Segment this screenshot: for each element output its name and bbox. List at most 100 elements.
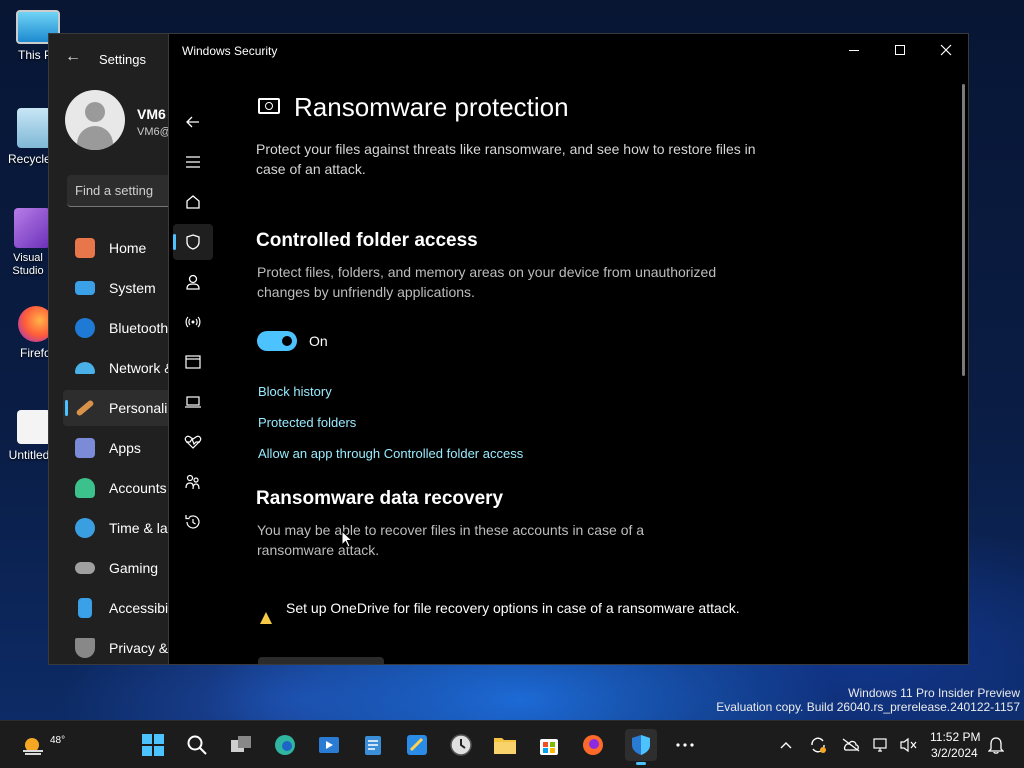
sidebar-item-gaming[interactable]: Gaming bbox=[63, 550, 171, 586]
laptop-icon bbox=[185, 396, 201, 408]
ransomware-data-recovery-heading: Ransomware data recovery bbox=[256, 488, 504, 509]
search-input[interactable]: Find a setting bbox=[67, 175, 171, 207]
toggle-knob bbox=[282, 336, 292, 346]
nav-device-security[interactable] bbox=[173, 384, 213, 420]
volume-tray-icon[interactable] bbox=[892, 729, 924, 761]
person-icon bbox=[186, 274, 200, 290]
sidebar-item-bluetooth[interactable]: Bluetooth bbox=[63, 310, 171, 346]
nav-firewall[interactable] bbox=[173, 304, 213, 340]
ransomware-icon bbox=[258, 98, 280, 114]
shield-icon bbox=[186, 234, 200, 250]
taskbar-app-store[interactable] bbox=[533, 729, 565, 761]
page-description: Protect your files against threats like … bbox=[256, 141, 756, 177]
nav-home[interactable] bbox=[173, 184, 213, 220]
taskbar-app-file-explorer[interactable] bbox=[489, 729, 521, 761]
avatar[interactable] bbox=[65, 90, 125, 150]
task-view-icon bbox=[231, 736, 251, 752]
sidebar-item-apps[interactable]: Apps bbox=[63, 430, 171, 466]
hamburger-icon bbox=[186, 156, 200, 168]
edge-icon bbox=[275, 735, 295, 755]
shield-icon bbox=[75, 638, 95, 658]
taskbar-app-firefox[interactable] bbox=[577, 729, 609, 761]
nav-virus-protection[interactable] bbox=[173, 224, 213, 260]
setup-onedrive-button[interactable] bbox=[258, 657, 384, 664]
sidebar-item-time-language[interactable]: Time & la bbox=[63, 510, 171, 546]
taskbar-app-paint[interactable] bbox=[401, 729, 433, 761]
nav-account-protection[interactable] bbox=[173, 264, 213, 300]
sidebar-item-privacy[interactable]: Privacy & bbox=[63, 630, 171, 664]
taskbar-app-notepad[interactable] bbox=[357, 729, 389, 761]
sidebar-item-label: Accessibil bbox=[109, 600, 172, 616]
weather-widget[interactable]: 48° bbox=[18, 727, 65, 763]
sidebar-item-accounts[interactable]: Accounts bbox=[63, 470, 171, 506]
user-name: VM6 bbox=[137, 106, 166, 122]
apps-icon bbox=[75, 438, 95, 458]
notepad-icon bbox=[365, 736, 381, 755]
accounts-icon bbox=[75, 478, 95, 498]
nav-settings[interactable] bbox=[173, 658, 213, 664]
block-history-link[interactable]: Block history bbox=[258, 384, 332, 399]
protected-folders-link[interactable]: Protected folders bbox=[258, 415, 356, 430]
task-view-button[interactable] bbox=[225, 729, 257, 761]
controlled-folder-access-toggle[interactable] bbox=[257, 331, 297, 351]
clock-date[interactable]: 3/2/2024 bbox=[931, 746, 978, 760]
sidebar-item-accessibility[interactable]: Accessibil bbox=[63, 590, 172, 626]
recycle-bin-icon bbox=[17, 108, 51, 148]
toggle-state-label: On bbox=[309, 333, 328, 349]
watermark-line-1: Windows 11 Pro Insider Preview bbox=[848, 686, 1020, 700]
back-arrow-icon[interactable]: ← bbox=[65, 48, 81, 66]
nav-menu-button[interactable] bbox=[173, 144, 213, 180]
watermark-line-2: Evaluation copy. Build 26040.rs_prerelea… bbox=[716, 700, 1020, 714]
scrollbar[interactable] bbox=[962, 84, 965, 376]
sidebar-item-system[interactable]: System bbox=[63, 270, 171, 306]
volume-muted-icon bbox=[900, 737, 917, 753]
evaluation-watermark: Windows 11 Pro Insider Preview Evaluatio… bbox=[716, 686, 1020, 714]
more-icon bbox=[676, 743, 694, 747]
temperature: 48° bbox=[50, 735, 66, 746]
store-icon bbox=[540, 739, 558, 755]
nav-family-options[interactable] bbox=[173, 464, 213, 500]
notifications-button[interactable] bbox=[980, 729, 1012, 761]
gaming-icon bbox=[75, 562, 95, 574]
taskbar-app-edge[interactable] bbox=[269, 729, 301, 761]
taskbar-app-store-video[interactable] bbox=[313, 729, 345, 761]
back-arrow-icon bbox=[186, 116, 199, 128]
clock-time[interactable]: 11:52 PM bbox=[930, 730, 980, 744]
allow-app-link[interactable]: Allow an app through Controlled folder a… bbox=[258, 446, 523, 461]
sidebar-item-label: Privacy & bbox=[109, 640, 169, 656]
nav-back-button[interactable] bbox=[173, 104, 213, 140]
sidebar-item-label: Bluetooth bbox=[109, 320, 169, 336]
sync-tray-icon[interactable] bbox=[802, 729, 834, 761]
sidebar-item-label: System bbox=[109, 280, 156, 296]
nav-app-browser-control[interactable] bbox=[173, 344, 213, 380]
search-button[interactable] bbox=[181, 729, 213, 761]
system-icon bbox=[75, 281, 95, 295]
taskbar-app-clock[interactable] bbox=[445, 729, 477, 761]
history-icon bbox=[185, 515, 200, 529]
accessibility-icon bbox=[78, 598, 92, 618]
taskbar: 48° 11:52 PM 3/2/2024 bbox=[0, 720, 1024, 768]
video-app-icon bbox=[319, 737, 339, 753]
onedrive-warning-text: Set up OneDrive for file recovery option… bbox=[286, 600, 740, 616]
sidebar-item-label: Gaming bbox=[109, 560, 159, 576]
start-button[interactable] bbox=[137, 729, 169, 761]
show-hidden-icons-button[interactable] bbox=[770, 729, 802, 761]
settings-window: ← Settings VM6 VM6@ Find a setting Home … bbox=[48, 33, 172, 665]
bell-icon bbox=[988, 737, 1004, 754]
taskbar-overflow-button[interactable] bbox=[669, 729, 701, 761]
sidebar-item-personalization[interactable]: Personaliz bbox=[63, 390, 171, 426]
sidebar-item-home[interactable]: Home bbox=[63, 230, 171, 266]
nav-protection-history[interactable] bbox=[173, 504, 213, 540]
sidebar-item-network[interactable]: Network & bbox=[63, 350, 172, 386]
sidebar-item-label: Accounts bbox=[109, 480, 167, 496]
onedrive-tray-icon[interactable] bbox=[835, 729, 867, 761]
nav-device-performance[interactable] bbox=[173, 424, 213, 460]
controlled-folder-access-heading: Controlled folder access bbox=[256, 230, 478, 251]
taskbar-app-windows-security[interactable] bbox=[625, 729, 657, 765]
brush-icon bbox=[75, 399, 95, 417]
app-window-icon bbox=[185, 355, 201, 369]
desktop-icon-label: Firefox bbox=[20, 346, 50, 360]
time-icon bbox=[75, 518, 95, 538]
sidebar-item-label: Network & bbox=[109, 360, 172, 376]
document-icon bbox=[17, 410, 51, 444]
